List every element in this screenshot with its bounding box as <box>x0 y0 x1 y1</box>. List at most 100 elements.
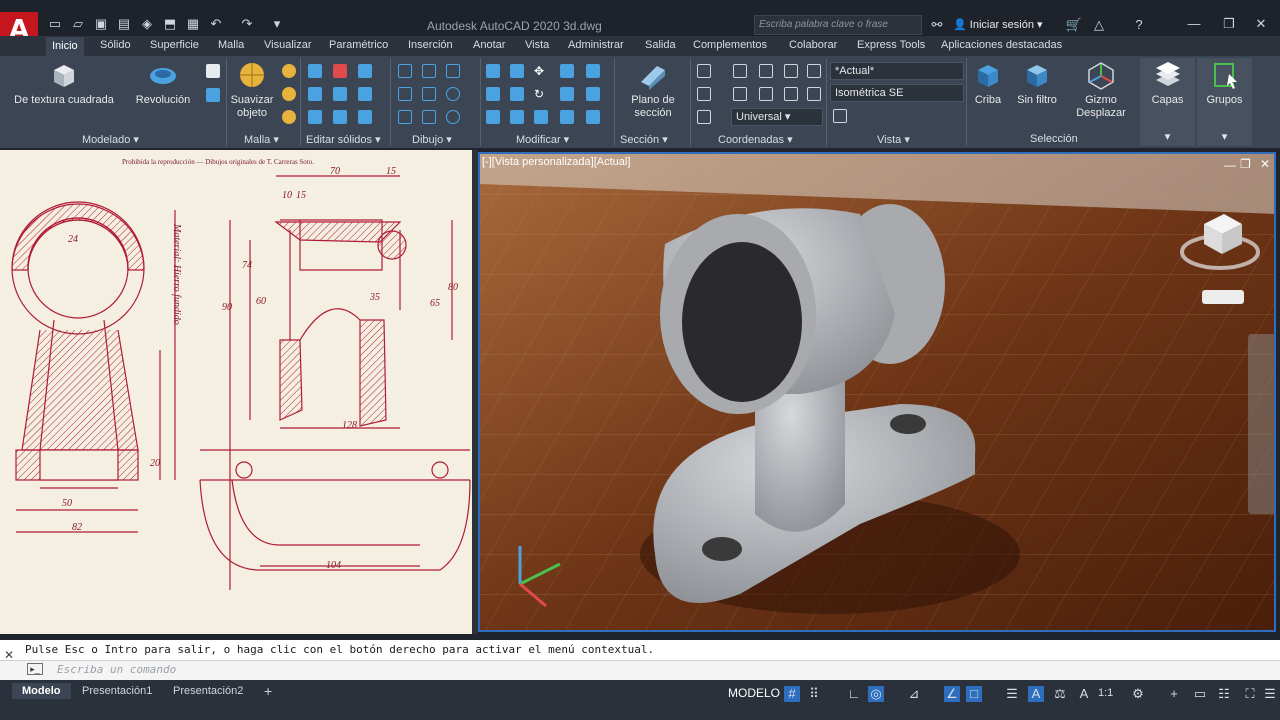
workspace-gear-icon[interactable]: ⚙ <box>1130 686 1146 702</box>
trim-icon[interactable] <box>586 64 600 78</box>
tab-presentacion1[interactable]: Presentación1 <box>82 683 152 699</box>
polygon-icon[interactable] <box>398 110 412 124</box>
annotation-visibility-icon[interactable]: A <box>1028 686 1044 702</box>
line-icon[interactable] <box>398 64 412 78</box>
redo-icon[interactable]: ↷ <box>238 15 256 33</box>
thicken-icon[interactable] <box>333 110 347 124</box>
new-file-icon[interactable]: ▭ <box>46 15 64 33</box>
ucs-3point-icon[interactable] <box>759 87 773 101</box>
tab-visualizar[interactable]: Visualizar <box>264 39 312 51</box>
quick-properties-icon[interactable]: ☷ <box>1216 686 1232 702</box>
tab-complementos[interactable]: Complementos <box>693 39 767 51</box>
cart-icon[interactable]: 🛒 <box>1065 16 1083 34</box>
command-line[interactable] <box>0 660 1280 680</box>
panel-seleccion[interactable]: Selección <box>1030 133 1078 145</box>
grid-icon[interactable]: # <box>784 686 800 702</box>
panel-malla[interactable]: Malla ▾ <box>244 133 279 146</box>
ucs-z-axis-icon[interactable] <box>759 64 773 78</box>
filter-button[interactable]: Sin filtro <box>1010 60 1064 107</box>
viewport-config-icon[interactable] <box>833 109 847 123</box>
isodraft-icon[interactable]: ⊿ <box>906 686 922 702</box>
subtract-icon[interactable] <box>333 64 347 78</box>
annotation-autoscale-icon[interactable]: ⚖ <box>1052 686 1068 702</box>
cloud-icon[interactable]: ⬒ <box>161 15 179 33</box>
binoculars-icon[interactable]: ⚯ <box>928 16 946 34</box>
ucs-y-icon[interactable] <box>807 87 821 101</box>
tab-insercion[interactable]: Inserción <box>408 39 453 51</box>
viewport-close-icon[interactable]: ✕ <box>1260 157 1270 171</box>
lineweight-icon[interactable]: ☰ <box>1004 686 1020 702</box>
panel-seccion[interactable]: Sección ▾ <box>620 133 668 146</box>
erase-icon[interactable] <box>560 110 574 124</box>
move-icon[interactable]: ✥ <box>534 64 548 78</box>
ucs-icon[interactable] <box>697 64 711 78</box>
layers-expand-icon[interactable]: ▾ <box>1140 131 1195 144</box>
shell-icon[interactable] <box>358 110 372 124</box>
copy-icon[interactable] <box>560 64 574 78</box>
viewport-restore-icon[interactable]: ❐ <box>1240 157 1251 171</box>
tab-aplicaciones[interactable]: Aplicaciones destacadas <box>941 39 1062 51</box>
array-icon[interactable] <box>560 87 574 101</box>
tab-salida[interactable]: Salida <box>645 39 676 51</box>
panel-editar-solidos[interactable]: Editar sólidos ▾ <box>306 133 381 146</box>
intersect-icon[interactable] <box>358 64 372 78</box>
tab-superficie[interactable]: Superficie <box>150 39 199 51</box>
offset-icon[interactable] <box>586 87 600 101</box>
mesh-crease-icon[interactable] <box>282 110 296 124</box>
annotation-scale-icon[interactable]: A <box>1076 686 1092 702</box>
restore-icon[interactable]: ❐ <box>1220 15 1238 33</box>
tab-vista[interactable]: Vista <box>525 39 549 51</box>
tab-administrar[interactable]: Administrar <box>568 39 624 51</box>
section-plane-button[interactable]: Plano de sección <box>620 60 686 120</box>
culling-button[interactable]: Criba <box>968 60 1008 107</box>
customization-icon[interactable]: ☰ <box>1262 686 1278 702</box>
spline-icon[interactable] <box>398 87 412 101</box>
viewport-controls-label[interactable]: [-][Vista personalizada][Actual] <box>482 156 630 168</box>
mesh-refine-icon[interactable] <box>282 87 296 101</box>
slice-icon[interactable] <box>308 110 322 124</box>
layers-button[interactable]: Capas ▾ <box>1140 58 1195 146</box>
ucs-view-icon[interactable] <box>784 64 798 78</box>
panel-modificar[interactable]: Modificar ▾ <box>516 133 569 146</box>
panel-vista[interactable]: Vista ▾ <box>877 133 910 146</box>
tab-colaborar[interactable]: Colaborar <box>789 39 837 51</box>
arc-icon[interactable] <box>446 64 460 78</box>
units-icon[interactable]: ▭ <box>1192 686 1208 702</box>
tab-anotar[interactable]: Anotar <box>473 39 505 51</box>
model-space-toggle[interactable]: MODELO <box>728 686 780 700</box>
polyline-icon[interactable] <box>422 64 436 78</box>
scale-icon[interactable] <box>510 110 524 124</box>
tab-modelo[interactable]: Modelo <box>12 683 71 699</box>
tab-inicio[interactable]: Inicio <box>46 37 84 56</box>
help-search-input[interactable]: Escriba palabra clave o frase <box>754 15 922 35</box>
rectangle-icon[interactable] <box>422 110 436 124</box>
close-icon[interactable]: ✕ <box>1252 15 1270 33</box>
tab-parametrico[interactable]: Paramétrico <box>329 39 388 51</box>
tab-malla[interactable]: Malla <box>218 39 244 51</box>
panel-coordenadas[interactable]: Coordenadas ▾ <box>718 133 793 146</box>
3d-mirror-icon[interactable] <box>486 87 500 101</box>
open-file-icon[interactable]: ▱ <box>69 15 87 33</box>
ucs-icon-props[interactable] <box>697 110 711 124</box>
stretch-icon[interactable] <box>534 110 548 124</box>
viewcube[interactable] <box>1180 204 1270 284</box>
clean-screen-icon[interactable]: ⛶ <box>1242 686 1258 702</box>
save-as-icon[interactable]: ▤ <box>115 15 133 33</box>
extrude-icon[interactable] <box>206 64 220 78</box>
qat-dropdown-icon[interactable]: ▾ <box>268 15 286 33</box>
box-button[interactable]: De textura cuadrada <box>8 60 120 107</box>
navigation-bar[interactable] <box>1248 334 1274 514</box>
rotate-icon[interactable]: ↻ <box>534 87 548 101</box>
tab-presentacion2[interactable]: Presentación2 <box>173 683 243 699</box>
snap-icon[interactable]: ⠿ <box>806 686 822 702</box>
panel-dibujo[interactable]: Dibujo ▾ <box>412 133 452 146</box>
wcs-menu-button[interactable] <box>1202 290 1244 304</box>
gizmo-button[interactable]: Gizmo Desplazar <box>1068 60 1134 120</box>
circle-icon[interactable] <box>446 87 460 101</box>
ucs-face-icon[interactable] <box>733 87 747 101</box>
ucs-origin-icon[interactable] <box>733 64 747 78</box>
mirror-icon[interactable] <box>486 64 500 78</box>
3d-rotate-icon[interactable] <box>510 87 524 101</box>
groups-expand-icon[interactable]: ▾ <box>1197 131 1252 144</box>
add-layout-icon[interactable]: + <box>264 683 272 699</box>
